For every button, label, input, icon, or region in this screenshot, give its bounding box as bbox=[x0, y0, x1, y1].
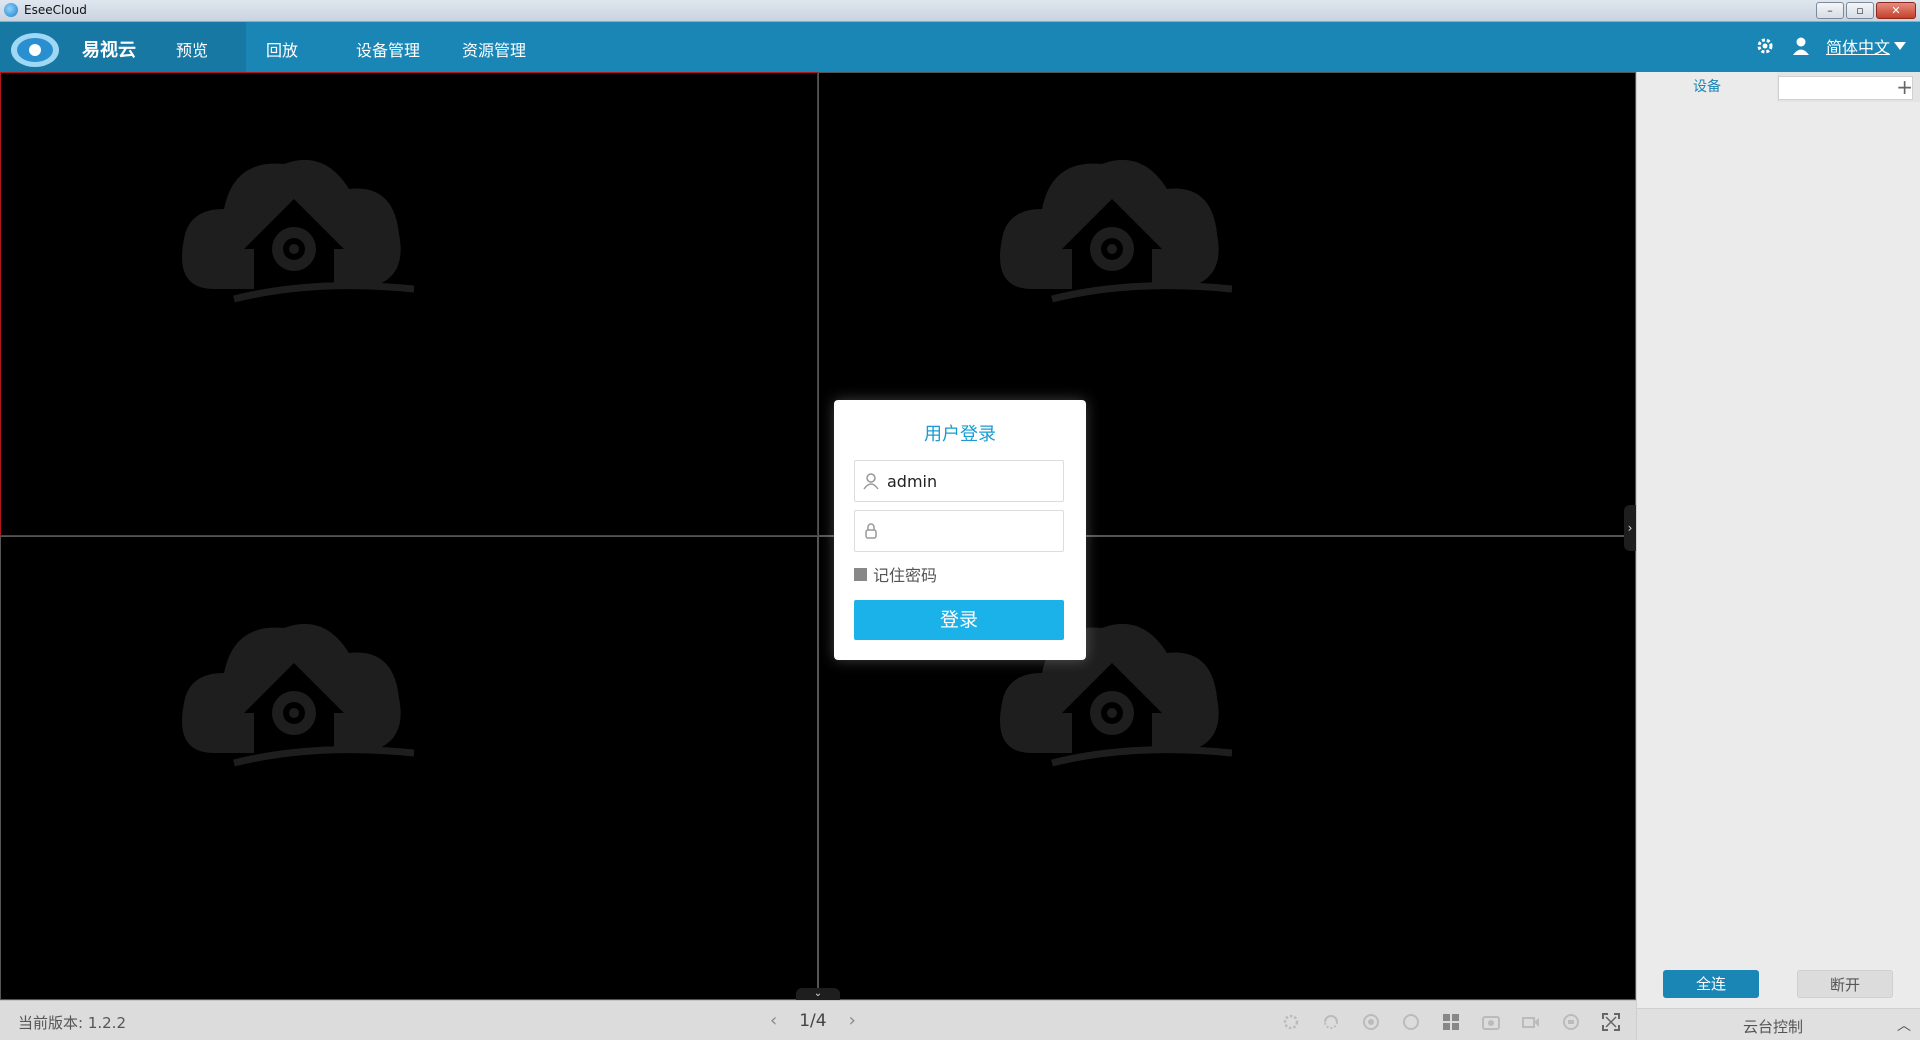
snapshot-icon[interactable] bbox=[1480, 1011, 1502, 1033]
password-input[interactable] bbox=[887, 521, 1057, 541]
video-grid bbox=[0, 72, 1636, 1000]
connect-all-button[interactable]: 全连 bbox=[1663, 970, 1759, 998]
username-field[interactable] bbox=[854, 460, 1064, 502]
tab-device[interactable]: 设备 bbox=[1637, 72, 1777, 102]
chevron-up-icon[interactable]: ︿ bbox=[1897, 1015, 1911, 1035]
remember-password[interactable]: 记住密码 bbox=[854, 562, 937, 586]
camera-placeholder-icon bbox=[182, 623, 414, 767]
fullscreen-icon[interactable] bbox=[1600, 1011, 1622, 1033]
top-navbar: 易视云 预览 回放 设备管理 资源管理 简体中文 bbox=[0, 22, 1920, 72]
panel-toggle-chevron-icon[interactable]: › bbox=[1624, 505, 1636, 551]
page-indicator: 1/4 bbox=[799, 1010, 827, 1031]
brand: 易视云 预览 bbox=[0, 22, 246, 72]
remember-checkbox[interactable] bbox=[854, 567, 867, 581]
password-field[interactable] bbox=[854, 510, 1064, 552]
window-title: EseeCloud bbox=[24, 3, 87, 17]
login-title: 用户登录 bbox=[924, 424, 996, 445]
app-icon bbox=[4, 3, 18, 17]
settings-icon[interactable] bbox=[1754, 35, 1776, 57]
login-button[interactable]: 登录 bbox=[854, 600, 1064, 640]
minimize-button[interactable]: – bbox=[1816, 2, 1844, 19]
user-icon[interactable] bbox=[1790, 35, 1812, 57]
logo-icon bbox=[11, 33, 59, 67]
ptz-label: 云台控制 bbox=[1743, 1018, 1804, 1036]
video-cell-3[interactable] bbox=[0, 536, 818, 1000]
remember-label: 记住密码 bbox=[873, 566, 938, 585]
window-titlebar: EseeCloud – ▫ ✕ bbox=[0, 0, 1920, 22]
toolbar bbox=[1280, 1011, 1622, 1033]
next-page-icon[interactable]: › bbox=[849, 1010, 856, 1031]
disconnect-button[interactable]: 断开 bbox=[1797, 970, 1893, 998]
nav-playback[interactable]: 回放 bbox=[266, 37, 298, 61]
device-panel: 设备 + 全连 断开 云台控制 ︿ bbox=[1636, 72, 1920, 1040]
pager: ‹ 1/4 › bbox=[770, 1010, 856, 1031]
rotate-icon[interactable] bbox=[1320, 1011, 1342, 1033]
version-label: 当前版本: 1.2.2 bbox=[18, 1014, 126, 1032]
brand-name: 易视云 bbox=[82, 40, 136, 61]
user-field-icon bbox=[855, 461, 887, 501]
nav-resource-management[interactable]: 资源管理 bbox=[462, 37, 526, 61]
audio-icon[interactable] bbox=[1560, 1011, 1582, 1033]
status-bar: 当前版本: 1.2.2 ‹ 1/4 › bbox=[0, 1000, 1636, 1040]
camera-placeholder-icon bbox=[182, 159, 414, 303]
language-select[interactable]: 简体中文 bbox=[1826, 34, 1906, 58]
device-tabs: 设备 + bbox=[1637, 72, 1920, 102]
add-device-icon[interactable]: + bbox=[1896, 75, 1913, 99]
grid-layout-icon[interactable] bbox=[1440, 1011, 1462, 1033]
device-search-field[interactable] bbox=[1778, 76, 1913, 100]
circle-icon[interactable] bbox=[1400, 1011, 1422, 1033]
username-input[interactable] bbox=[887, 471, 1057, 491]
maximize-button[interactable]: ▫ bbox=[1846, 2, 1874, 19]
bottom-toggle-chevron-icon[interactable]: ⌄ bbox=[796, 988, 840, 1000]
camera-placeholder-icon bbox=[1000, 159, 1232, 303]
ptz-control-header[interactable]: 云台控制 ︿ bbox=[1637, 1008, 1920, 1040]
login-dialog: 用户登录 记住密码 登录 bbox=[834, 400, 1086, 660]
video-cell-1[interactable] bbox=[0, 72, 818, 536]
settings-tool-icon[interactable] bbox=[1280, 1011, 1302, 1033]
nav-device-management[interactable]: 设备管理 bbox=[356, 37, 420, 61]
video-record-icon[interactable] bbox=[1520, 1011, 1542, 1033]
close-button[interactable]: ✕ bbox=[1876, 2, 1916, 19]
nav-preview[interactable]: 预览 bbox=[176, 37, 208, 61]
dropdown-icon bbox=[1894, 42, 1906, 50]
language-label: 简体中文 bbox=[1825, 38, 1890, 57]
prev-page-icon[interactable]: ‹ bbox=[770, 1010, 777, 1031]
lock-icon bbox=[855, 511, 887, 551]
record-icon[interactable] bbox=[1360, 1011, 1382, 1033]
